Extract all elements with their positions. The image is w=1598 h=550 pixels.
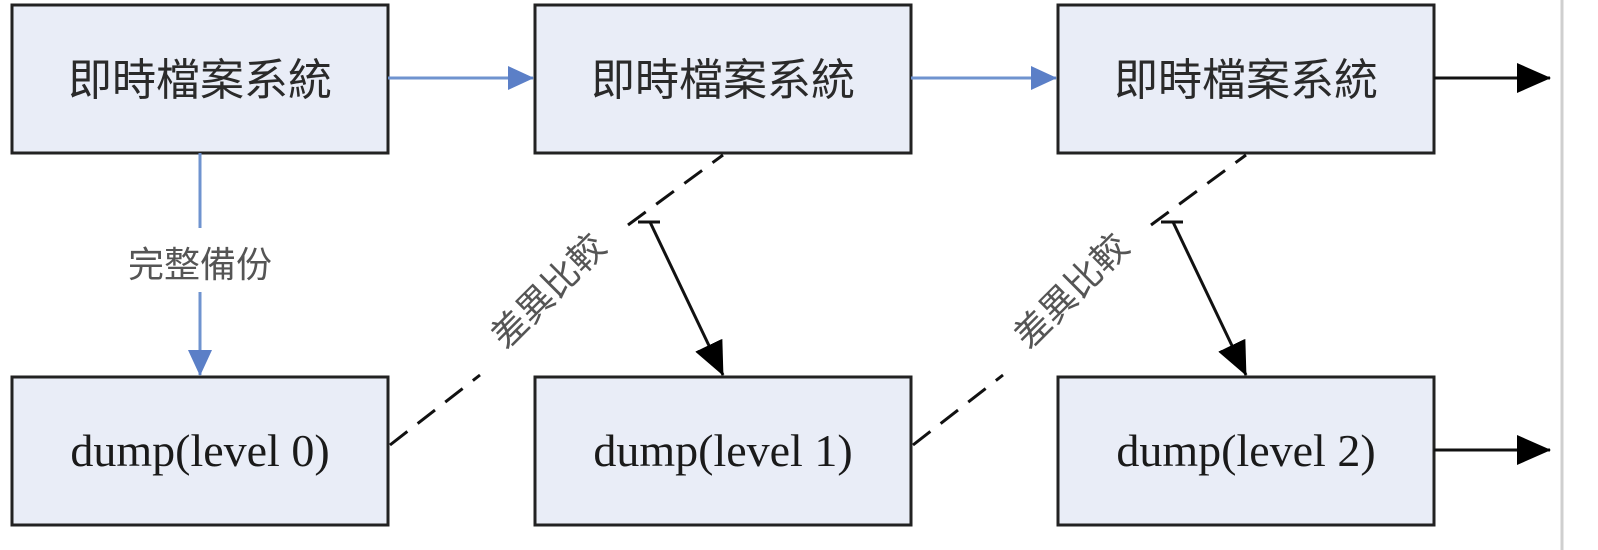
diff-compare-dash-2b: [1150, 153, 1247, 227]
backup-diagram: 即時檔案系統 即時檔案系統 即時檔案系統 dump(level 0) dump(…: [10, 0, 1564, 550]
live-fs-label-3: 即時檔案系統: [1114, 55, 1378, 106]
dump-label-level-1: dump(level 1): [593, 425, 852, 476]
live-fs-label-2: 即時檔案系統: [591, 55, 855, 106]
live-fs-box-1: 即時檔案系統: [10, 3, 390, 155]
live-fs-box-2: 即時檔案系統: [533, 3, 913, 155]
diff-result-arrow-1: [648, 221, 725, 376]
dump-box-level-1: dump(level 1): [533, 375, 913, 527]
diff-compare-label-2: 差異比較: [1006, 226, 1137, 357]
dump-box-level-0: dump(level 0): [10, 375, 390, 527]
diff-compare-dash-1a: [389, 373, 481, 447]
live-fs-label-1: 即時檔案系統: [68, 55, 332, 106]
diff-compare-dash-2a: [912, 373, 1004, 447]
dump-label-level-2: dump(level 2): [1116, 425, 1375, 476]
diff-compare-dash-1b: [627, 153, 724, 227]
live-fs-box-3: 即時檔案系統: [1056, 3, 1436, 155]
diff-result-arrow-2: [1171, 221, 1248, 376]
diff-compare-label-1: 差異比較: [483, 226, 614, 357]
dump-label-level-0: dump(level 0): [70, 425, 329, 476]
full-backup-label: 完整備份: [128, 245, 272, 286]
dump-box-level-2: dump(level 2): [1056, 375, 1436, 527]
